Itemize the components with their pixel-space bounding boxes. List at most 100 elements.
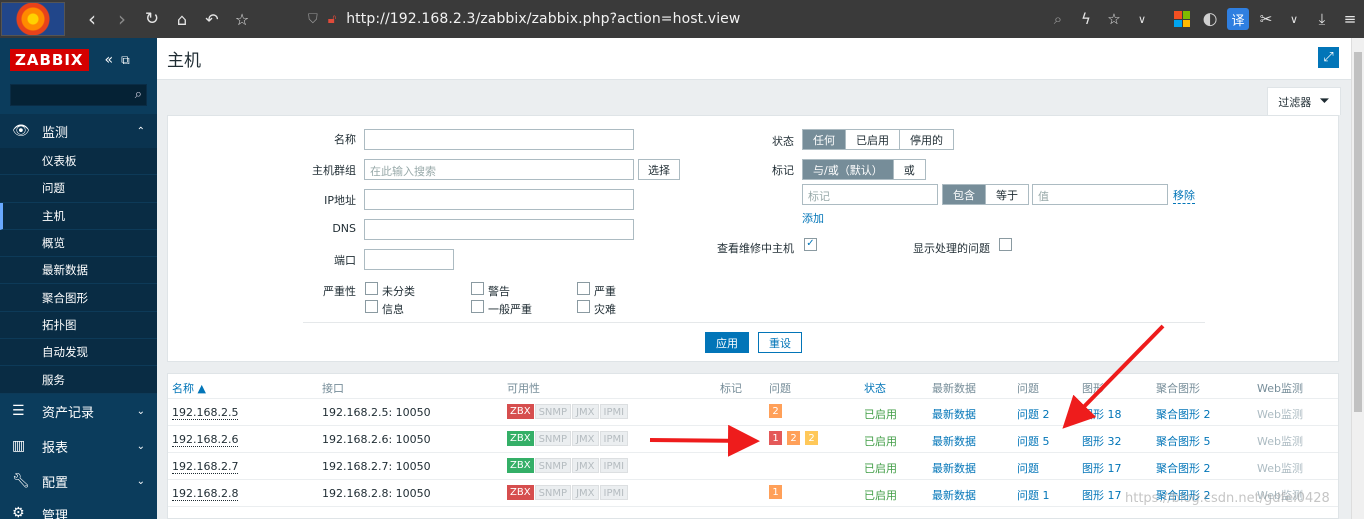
download-icon[interactable]: ⤓ <box>1308 4 1336 34</box>
tag-cmp-equals[interactable]: 等于 <box>986 185 1028 204</box>
hostgroup-input[interactable]: 在此输入搜索 <box>364 159 634 180</box>
severity-checkbox-average[interactable] <box>471 300 484 313</box>
sidebar-item-problems[interactable]: 问题 <box>0 175 157 203</box>
col-name-header[interactable]: 名称 ▲ <box>172 380 206 396</box>
menu-administration[interactable]: ⚙ 管理 <box>0 499 157 519</box>
screens-link[interactable]: 聚合图形 2 <box>1156 406 1211 422</box>
sidebar-item-discovery[interactable]: 自动发现 <box>0 339 157 367</box>
ip-input[interactable] <box>364 189 634 210</box>
menu-reports[interactable]: ▥ 报表 ⌄ <box>0 429 157 464</box>
page-scrollbar[interactable] <box>1351 38 1364 519</box>
scissors-menu-icon[interactable]: ∨ <box>1280 4 1308 34</box>
tag-name-input[interactable]: 标记 <box>802 184 938 205</box>
collapse-sidebar-icon[interactable]: « <box>105 52 114 68</box>
dns-input[interactable] <box>364 219 634 240</box>
menu-inventory[interactable]: ☰ 资产记录 ⌄ <box>0 394 157 429</box>
status-enabled[interactable]: 已启用 <box>846 130 900 149</box>
scissors-icon[interactable]: ✂ <box>1252 4 1280 34</box>
apps-icon[interactable] <box>1168 4 1196 34</box>
apply-button[interactable]: 应用 <box>705 332 749 353</box>
latest-data-link[interactable]: 最新数据 <box>932 433 976 449</box>
severity-count-badge[interactable]: 2 <box>769 404 782 418</box>
graphs-link[interactable]: 图形 18 <box>1082 406 1122 422</box>
sidebar-item-screens[interactable]: 聚合图形 <box>0 284 157 312</box>
menu-monitoring[interactable]: 👁︎ 监测 ⌃ <box>0 114 157 148</box>
zabbix-logo[interactable]: ZABBIX <box>10 49 89 71</box>
host-name-link[interactable]: 192.168.2.6 <box>172 433 239 447</box>
screens-link[interactable]: 聚合图形 5 <box>1156 433 1211 449</box>
translate-icon[interactable]: 译 <box>1224 4 1252 34</box>
filter-tab[interactable]: 过滤器 ⏷ <box>1267 87 1341 115</box>
col-status-header[interactable]: 状态 <box>864 380 886 396</box>
problems-link[interactable]: 问题 <box>1017 460 1039 476</box>
address-bar[interactable]: ⛉ 🔓︎ http://192.168.2.3/zabbix/zabbix.ph… <box>308 5 1136 33</box>
latest-data-link[interactable]: 最新数据 <box>932 406 976 422</box>
latest-data-link[interactable]: 最新数据 <box>932 460 976 476</box>
severity-count-badge[interactable]: 1 <box>769 485 782 499</box>
severity-checkbox-disaster[interactable] <box>577 300 590 313</box>
reload-icon[interactable]: ↻ <box>137 4 167 34</box>
severity-count-badge[interactable]: 2 <box>787 431 800 445</box>
problems-link[interactable]: 问题 2 <box>1017 406 1050 422</box>
search-icon[interactable]: ⌕ <box>1044 4 1072 34</box>
problems-link[interactable]: 问题 5 <box>1017 433 1050 449</box>
sidebar-item-overview[interactable]: 概览 <box>0 230 157 258</box>
tag-op-and-or[interactable]: 与/或（默认） <box>803 160 894 179</box>
host-name-link[interactable]: 192.168.2.5 <box>172 406 239 420</box>
sidebar-item-services[interactable]: 服务 <box>0 366 157 394</box>
maintenance-checkbox[interactable]: ✓ <box>804 238 817 251</box>
select-hostgroup-button[interactable]: 选择 <box>638 159 680 180</box>
tag-cmp-contains[interactable]: 包含 <box>943 185 986 204</box>
severity-checkbox-warning[interactable] <box>471 282 484 295</box>
add-tag-link[interactable]: 添加 <box>802 210 824 226</box>
graphs-link[interactable]: 图形 17 <box>1082 487 1122 503</box>
back-icon[interactable]: ‹ <box>77 4 107 34</box>
menu-configuration[interactable]: 🔧︎ 配置 ⌄ <box>0 464 157 499</box>
status-link[interactable]: 已启用 <box>864 460 897 476</box>
tag-value-input[interactable]: 值 <box>1032 184 1168 205</box>
status-link[interactable]: 已启用 <box>864 487 897 503</box>
latest-data-link[interactable]: 最新数据 <box>932 487 976 503</box>
status-disabled[interactable]: 停用的 <box>900 130 953 149</box>
screens-link[interactable]: 聚合图形 2 <box>1156 460 1211 476</box>
sidebar-item-maps[interactable]: 拓扑图 <box>0 312 157 340</box>
status-link[interactable]: 已启用 <box>864 433 897 449</box>
search-icon[interactable]: ⌕ <box>135 87 142 102</box>
reset-button[interactable]: 重设 <box>758 332 802 353</box>
problems-link[interactable]: 问题 1 <box>1017 487 1050 503</box>
menu-icon[interactable]: ≡ <box>1336 4 1364 34</box>
bookmark-star-icon[interactable]: ☆ <box>1100 4 1128 34</box>
remove-tag-link[interactable]: 移除 <box>1173 187 1195 204</box>
url-text[interactable]: http://192.168.2.3/zabbix/zabbix.php?act… <box>346 11 740 27</box>
graphs-link[interactable]: 图形 32 <box>1082 433 1122 449</box>
forward-icon[interactable]: › <box>107 4 137 34</box>
severity-checkbox-high[interactable] <box>577 282 590 295</box>
severity-count-badge[interactable]: 1 <box>769 431 782 445</box>
status-link[interactable]: 已启用 <box>864 406 897 422</box>
undo-icon[interactable]: ↶ <box>197 4 227 34</box>
host-name-link[interactable]: 192.168.2.7 <box>172 460 239 474</box>
host-name-link[interactable]: 192.168.2.8 <box>172 487 239 501</box>
scrollbar-thumb[interactable] <box>1354 52 1362 412</box>
port-input[interactable] <box>364 249 454 270</box>
name-input[interactable] <box>364 129 634 150</box>
sidebar-item-dashboard[interactable]: 仪表板 <box>0 148 157 176</box>
chevron-down-icon[interactable]: ∨ <box>1128 4 1156 34</box>
severity-checkbox-not-classified[interactable] <box>365 282 378 295</box>
lightning-icon[interactable]: ϟ <box>1072 4 1100 34</box>
globe-icon[interactable]: ◐ <box>1196 4 1224 34</box>
home-icon[interactable]: ⌂ <box>167 4 197 34</box>
status-any[interactable]: 任何 <box>803 130 846 149</box>
suppressed-checkbox[interactable] <box>999 238 1012 251</box>
tag-op-or[interactable]: 或 <box>893 160 925 179</box>
star-icon[interactable]: ☆ <box>227 4 257 34</box>
sidebar-search-input[interactable]: ⌕ <box>10 84 147 106</box>
insecure-lock-icon[interactable]: 🔓︎ <box>328 12 336 27</box>
graphs-link[interactable]: 图形 17 <box>1082 460 1122 476</box>
sidebar-item-latest-data[interactable]: 最新数据 <box>0 257 157 285</box>
sidebar-item-hosts[interactable]: 主机 <box>0 202 157 230</box>
fullscreen-icon[interactable]: ⤢ <box>1318 47 1339 68</box>
severity-checkbox-information[interactable] <box>365 300 378 313</box>
severity-count-badge[interactable]: 2 <box>805 431 818 445</box>
profile-avatar[interactable] <box>1 2 65 36</box>
